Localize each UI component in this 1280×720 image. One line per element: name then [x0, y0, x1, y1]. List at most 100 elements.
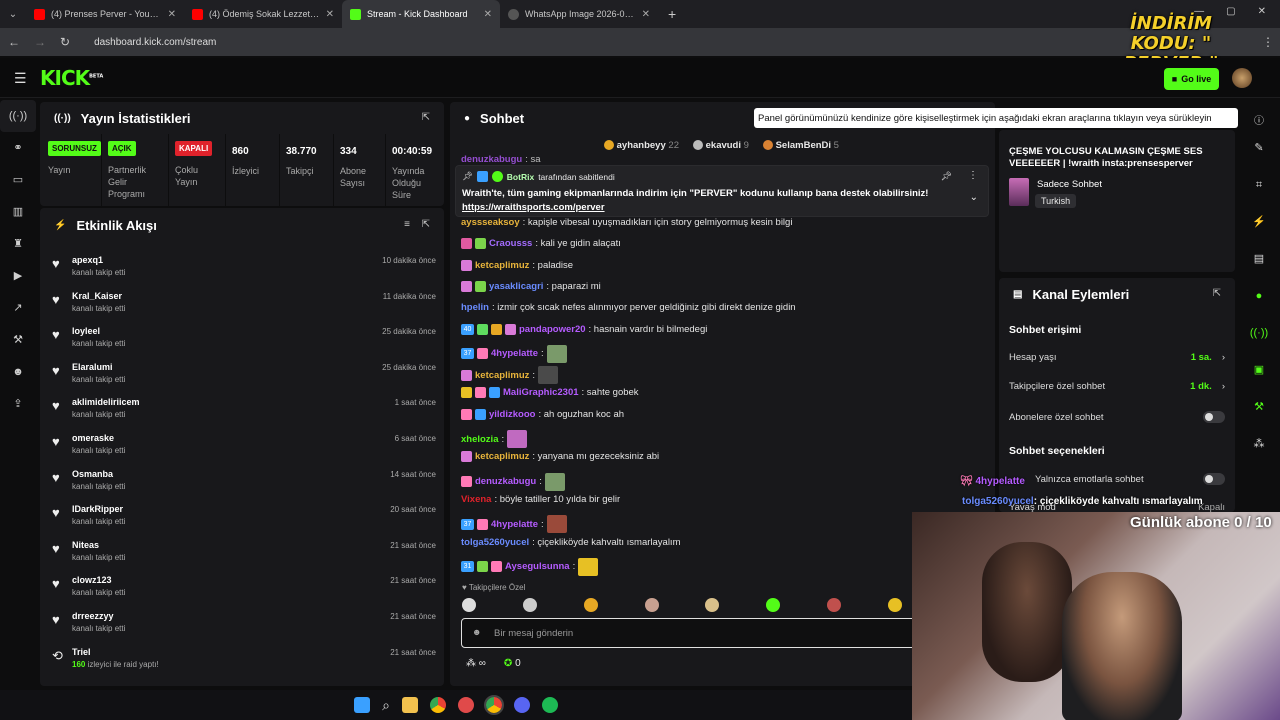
language-tag[interactable]: Turkish: [1035, 194, 1077, 208]
chat-username[interactable]: ketcaplimuz: [475, 370, 529, 381]
chat-username[interactable]: hpelin: [461, 302, 489, 313]
chat-username[interactable]: denuzkabugu: [461, 154, 522, 165]
quick-emote-icon[interactable]: [522, 598, 537, 612]
video-icon[interactable]: ▶: [0, 260, 36, 292]
tab-search-icon[interactable]: ⌄: [0, 9, 26, 20]
browser-tab[interactable]: (4) Prenses Perver - YouTube ✕: [26, 0, 184, 28]
leaderboard-entry[interactable]: ayhanbeyy 22: [604, 140, 679, 151]
leaderboard-entry[interactable]: ekavudi 9: [692, 140, 749, 151]
quick-emote-icon[interactable]: [827, 598, 842, 612]
event-username[interactable]: apexq1: [72, 255, 103, 265]
wrench-icon[interactable]: ⚒: [0, 324, 36, 356]
quick-emote-icon[interactable]: [705, 598, 720, 612]
pinned-username[interactable]: BotRix: [507, 172, 534, 182]
chat-username[interactable]: pandapower20: [519, 324, 586, 335]
event-username[interactable]: Triel: [72, 647, 91, 657]
quick-emote-icon[interactable]: [887, 598, 902, 612]
menu-icon[interactable]: ☰: [14, 70, 27, 87]
popout-icon[interactable]: ⇱: [422, 112, 430, 123]
document-icon[interactable]: ▤: [1241, 241, 1277, 278]
search-icon[interactable]: ⌕: [382, 697, 390, 714]
browser-menu-icon[interactable]: ⋮: [1262, 35, 1274, 49]
chat-username[interactable]: ayssseaksoy: [461, 217, 520, 228]
event-username[interactable]: Niteas: [72, 540, 99, 550]
app-icon[interactable]: [457, 697, 474, 713]
emoji-icon[interactable]: ☻: [472, 627, 481, 637]
avatar[interactable]: [1232, 68, 1252, 88]
windows-start-icon[interactable]: [354, 697, 371, 713]
chat-username[interactable]: yildizkooo: [489, 409, 535, 420]
event-username[interactable]: Elaralumi: [72, 362, 113, 372]
new-tab-button[interactable]: +: [668, 6, 676, 22]
crop-icon[interactable]: ⌗: [1241, 167, 1277, 204]
popout-icon[interactable]: ⇱: [1213, 288, 1221, 299]
share-icon[interactable]: ⁂ ∞: [466, 658, 486, 669]
chat-username[interactable]: tolga5260yucel: [461, 537, 529, 548]
event-username[interactable]: loyleel: [72, 326, 100, 336]
close-tab-icon[interactable]: ✕: [484, 9, 492, 20]
chat-icon[interactable]: ●: [1241, 278, 1277, 315]
back-icon[interactable]: ←: [8, 35, 20, 49]
kick-logo[interactable]: KICKBETA: [40, 66, 103, 90]
chat-username[interactable]: Aysegulsunna: [505, 561, 570, 572]
chat-username[interactable]: Vixena: [461, 494, 491, 505]
file-explorer-icon[interactable]: [401, 697, 418, 713]
event-username[interactable]: Osmanba: [72, 469, 113, 479]
event-username[interactable]: Kral_Kaiser: [72, 291, 122, 301]
chart-icon[interactable]: ▥: [0, 196, 36, 228]
pinned-link[interactable]: https://wraithsports.com/perver: [462, 202, 605, 213]
follower-chat-row[interactable]: Takipçilere özel sohbet 1 dk. ›: [1009, 381, 1225, 392]
leaderboard-entry[interactable]: SelamBenDi 5: [762, 140, 839, 151]
upload-icon[interactable]: ⇪: [0, 388, 36, 420]
go-live-button[interactable]: ■ Go live: [1164, 68, 1219, 90]
close-tab-icon[interactable]: ✕: [642, 9, 650, 20]
analytics-icon[interactable]: ↗: [0, 292, 36, 324]
spotify-icon[interactable]: [541, 697, 558, 713]
quick-emote-icon[interactable]: [644, 598, 659, 612]
toolbox-icon[interactable]: ▣: [1241, 352, 1277, 389]
forward-icon[interactable]: →: [34, 35, 46, 49]
browser-tab-active[interactable]: Stream - Kick Dashboard ✕: [342, 0, 500, 28]
url-field[interactable]: dashboard.kick.com/stream: [94, 37, 216, 48]
chat-username[interactable]: Craousss: [489, 238, 532, 249]
chat-username[interactable]: ketcaplimuz: [475, 260, 529, 271]
filter-icon[interactable]: ≡: [404, 219, 410, 230]
broadcast-icon[interactable]: ((·)): [1241, 315, 1277, 352]
window-icon[interactable]: ▭: [0, 164, 36, 196]
popout-icon[interactable]: ⇱: [422, 219, 430, 230]
chat-username[interactable]: MaliGraphic2301: [503, 387, 579, 398]
chrome-icon[interactable]: [429, 697, 446, 713]
chevron-down-icon[interactable]: ⌄: [970, 192, 978, 203]
reload-icon[interactable]: ↻: [60, 35, 70, 49]
subscriber-chat-toggle[interactable]: [1203, 411, 1225, 423]
wrench-icon[interactable]: ⚒: [1241, 389, 1277, 426]
account-age-row[interactable]: Hesap yaşı 1 sa. ›: [1009, 352, 1225, 363]
quick-emote-icon[interactable]: [462, 598, 476, 612]
discord-icon[interactable]: [513, 697, 530, 713]
quick-emote-icon[interactable]: [583, 598, 598, 612]
pencil-icon[interactable]: ✎: [1241, 130, 1277, 167]
category-thumbnail[interactable]: [1009, 178, 1029, 206]
emote-only-toggle[interactable]: [1203, 473, 1225, 485]
event-username[interactable]: clowz123: [72, 575, 112, 585]
users-icon[interactable]: ☻: [0, 356, 36, 388]
event-username[interactable]: omeraske: [72, 433, 114, 443]
browser-tab[interactable]: WhatsApp Image 2026-08-08 ✕: [500, 0, 658, 28]
chat-input[interactable]: ☻ Bir mesaj gönderin: [461, 618, 921, 648]
link-icon[interactable]: ⚭: [0, 132, 36, 164]
quick-emote-icon[interactable]: [766, 598, 781, 612]
points-display[interactable]: ✪ 0: [504, 658, 521, 669]
event-username[interactable]: IDarkRipper: [72, 504, 123, 514]
chat-username[interactable]: 4hypelatte: [491, 348, 538, 359]
browser-tab[interactable]: (4) Ödemiş Sokak Lezzetleri | - ✕: [184, 0, 342, 28]
trophy-icon[interactable]: ♜: [0, 228, 36, 260]
widgets-icon[interactable]: ⁂: [1241, 426, 1277, 463]
chat-username[interactable]: xhelozia: [461, 434, 499, 445]
broadcast-icon[interactable]: ((·)): [0, 100, 36, 132]
chat-username[interactable]: ketcaplimuz: [475, 451, 529, 462]
lightning-icon[interactable]: ⚡: [1241, 204, 1277, 241]
chrome-active-icon[interactable]: [483, 695, 504, 715]
close-tab-icon[interactable]: ✕: [168, 9, 176, 20]
event-username[interactable]: aklimideliriicem: [72, 397, 140, 407]
event-username[interactable]: drreezzyy: [72, 611, 114, 621]
